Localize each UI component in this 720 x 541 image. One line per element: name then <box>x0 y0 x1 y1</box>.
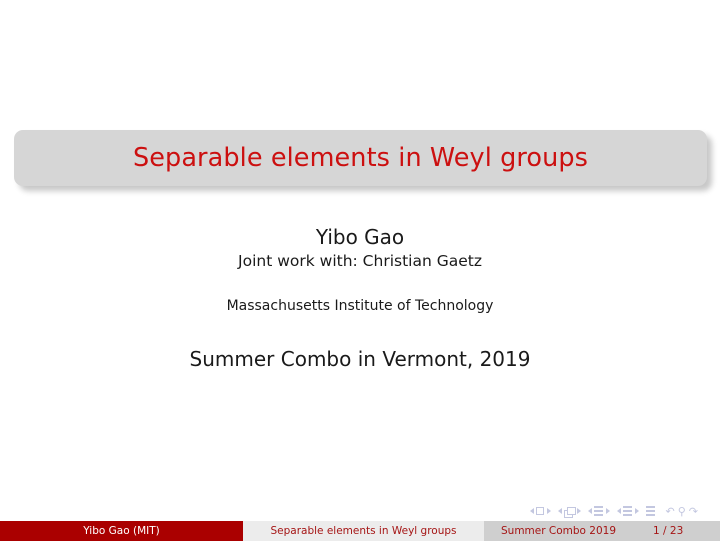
nav-back-forward-group[interactable]: ↶ ⚲ ↷ <box>666 506 699 517</box>
nav-section-group[interactable] <box>616 506 639 516</box>
nav-section-next-icon[interactable] <box>634 508 639 514</box>
nav-subsection-group[interactable] <box>587 506 610 516</box>
footline-page-number: 1 / 23 <box>653 525 684 537</box>
nav-back-icon[interactable]: ↶ <box>666 506 675 517</box>
nav-search-icon[interactable]: ⚲ <box>678 506 686 517</box>
nav-subsection-next-icon[interactable] <box>605 508 610 514</box>
footline-date: Summer Combo 2019 <box>501 525 617 537</box>
beamer-navigation-bar[interactable]: ↶ ⚲ ↷ <box>529 503 699 519</box>
nav-slide-prev-icon[interactable] <box>529 508 534 514</box>
event-date-line: Summer Combo in Vermont, 2019 <box>189 347 531 371</box>
nav-presentation-group[interactable] <box>645 506 655 516</box>
nav-slide-icon[interactable] <box>536 507 544 515</box>
title-block: Separable elements in Weyl groups <box>14 130 707 186</box>
nav-slide-next-icon[interactable] <box>546 508 551 514</box>
nav-section-prev-icon[interactable] <box>616 508 621 514</box>
nav-forward-icon[interactable]: ↷ <box>689 506 698 517</box>
footline-author: Yibo Gao (MIT) <box>0 521 243 541</box>
institute-line: Massachusetts Institute of Technology <box>226 298 494 314</box>
nav-section-icon[interactable] <box>623 506 632 516</box>
nav-frame-group[interactable] <box>557 506 581 518</box>
nav-frame-prev-icon[interactable] <box>557 508 562 514</box>
nav-slide-group[interactable] <box>529 507 551 515</box>
nav-frame-next-icon[interactable] <box>576 508 581 514</box>
page-title: Separable elements in Weyl groups <box>132 143 589 173</box>
titlepage-body: Yibo Gao Joint work with: Christian Gaet… <box>0 224 720 373</box>
footline-date-page: Summer Combo 2019 1 / 23 <box>484 521 720 541</box>
footline: Yibo Gao (MIT) Separable elements in Wey… <box>0 521 720 541</box>
author-name: Yibo Gao <box>315 225 405 249</box>
nav-subsection-prev-icon[interactable] <box>587 508 592 514</box>
nav-presentation-icon[interactable] <box>645 506 655 516</box>
nav-frame-icon[interactable] <box>564 506 576 518</box>
joint-work-line: Joint work with: Christian Gaetz <box>238 252 482 270</box>
nav-subsection-icon[interactable] <box>594 506 603 516</box>
footline-title: Separable elements in Weyl groups <box>243 521 484 541</box>
